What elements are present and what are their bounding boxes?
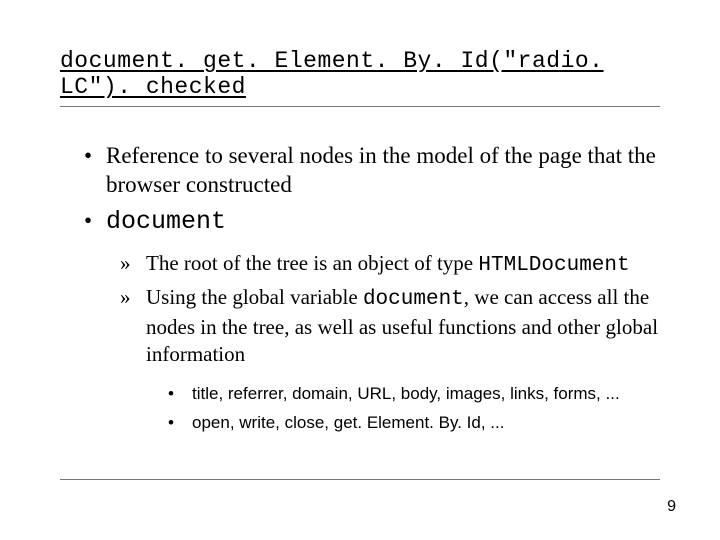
bullet-level2: » The root of the tree is an object of t…	[120, 250, 660, 280]
bullet-mark: »	[120, 284, 146, 368]
text-run: The root of the tree is an object of typ…	[146, 251, 478, 275]
bullet-mark: •	[84, 141, 106, 200]
bullet-mark: •	[84, 206, 106, 238]
slide: document. get. Element. By. Id("radio. L…	[0, 0, 720, 540]
slide-title: document. get. Element. By. Id("radio. L…	[60, 48, 660, 100]
bullet-text: title, referrer, domain, URL, body, imag…	[192, 383, 660, 406]
bullet-text: Reference to several nodes in the model …	[106, 141, 660, 200]
text-run: Using the global variable	[146, 285, 363, 309]
bullet-level3: • open, write, close, get. Element. By. …	[168, 412, 660, 435]
bullet-level3: • title, referrer, domain, URL, body, im…	[168, 383, 660, 406]
bullet-text: open, write, close, get. Element. By. Id…	[192, 412, 660, 435]
bullet-mark: •	[168, 412, 192, 435]
bullet-text: Using the global variable document, we c…	[146, 284, 660, 368]
bullet-text: The root of the tree is an object of typ…	[146, 250, 660, 280]
text-run-code: HTMLDocument	[478, 254, 629, 277]
bullet-level1: • document	[84, 206, 660, 238]
bullet-text-code: document	[106, 206, 660, 238]
text-run-code: document	[363, 288, 464, 311]
bullet-level2: » Using the global variable document, we…	[120, 284, 660, 368]
bullet-mark: •	[168, 383, 192, 406]
title-underline-rule	[60, 106, 660, 107]
bullet-mark: »	[120, 250, 146, 280]
footer-rule	[60, 479, 660, 480]
page-number: 9	[667, 498, 676, 516]
bullet-level1: • Reference to several nodes in the mode…	[84, 141, 660, 200]
